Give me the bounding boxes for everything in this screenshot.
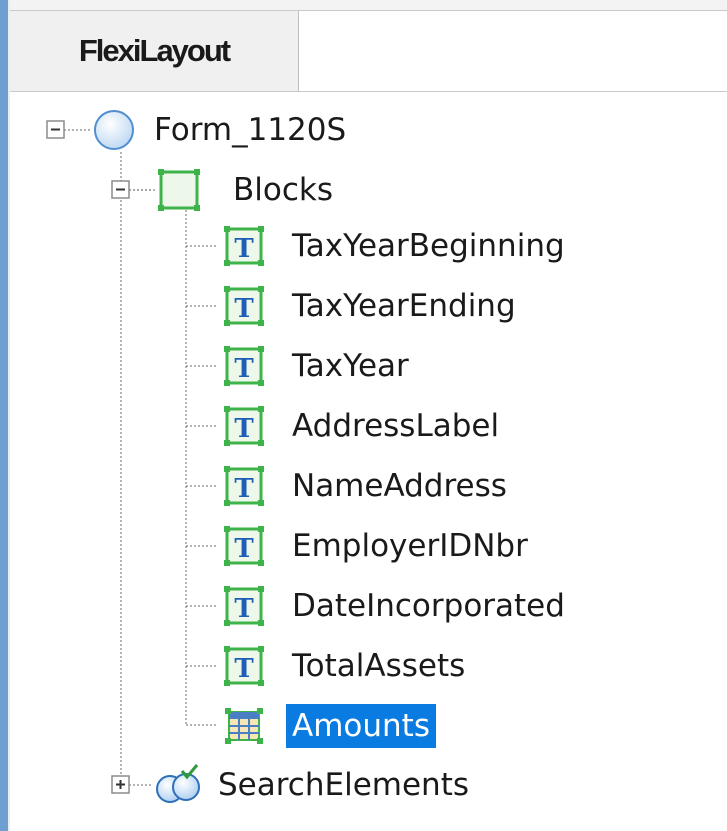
tree-node-dateincorporated[interactable]: T DateIncorporated (220, 584, 571, 628)
collapse-icon[interactable] (111, 180, 131, 200)
tree-node-totalassets[interactable]: T TotalAssets (220, 644, 471, 688)
tab-bar: FlexiLayout (10, 11, 727, 92)
top-strip (10, 0, 727, 11)
tree-view[interactable]: Form_1120S Blocks T TaxYearBeginning T T… (10, 92, 727, 831)
tree-node-label: SearchElements (218, 767, 469, 803)
tree-node-label: TotalAssets (292, 648, 466, 684)
text-block-icon: T (224, 646, 264, 686)
tree-node-label: DateIncorporated (292, 588, 565, 624)
circle-node-icon (94, 110, 134, 150)
svg-text:T: T (234, 594, 254, 624)
tree-node-blocks[interactable]: Blocks (155, 168, 339, 212)
tree-node-label: TaxYearBeginning (292, 228, 565, 264)
text-block-icon: T (224, 466, 264, 506)
text-block-icon: T (224, 286, 264, 326)
text-block-icon: T (224, 226, 264, 266)
tree-node-employeridnbr[interactable]: T EmployerIDNbr (220, 524, 534, 568)
svg-text:T: T (234, 354, 254, 384)
table-block-icon (225, 708, 263, 744)
tree-node-label: Amounts (286, 704, 436, 748)
collapse-icon[interactable] (46, 120, 66, 140)
window-left-border (0, 0, 8, 831)
svg-text:T: T (234, 414, 254, 444)
svg-text:T: T (234, 654, 254, 684)
tree-node-addresslabel[interactable]: T AddressLabel (220, 404, 505, 448)
tree-node-label: AddressLabel (292, 408, 500, 444)
expand-icon[interactable] (111, 775, 131, 795)
tree-node-taxyearending[interactable]: T TaxYearEnding (220, 284, 522, 328)
text-block-icon: T (224, 406, 264, 446)
svg-text:T: T (234, 534, 254, 564)
tree-node-label: Form_1120S (154, 112, 347, 148)
search-elements-icon (156, 764, 200, 803)
svg-text:T: T (234, 474, 254, 504)
tab-flexilayout[interactable]: FlexiLayout (10, 11, 299, 91)
tree-node-nameaddress[interactable]: T NameAddress (220, 464, 513, 508)
text-block-icon: T (224, 346, 264, 386)
tree-node-form[interactable]: Form_1120S (90, 108, 352, 152)
tree-node-label: Blocks (233, 172, 333, 208)
svg-text:T: T (234, 234, 254, 264)
tree-node-label: TaxYearEnding (292, 288, 516, 324)
tree-node-label: EmployerIDNbr (292, 528, 528, 564)
text-block-icon: T (224, 526, 264, 566)
svg-text:T: T (234, 294, 254, 324)
tree-node-amounts[interactable]: Amounts (220, 704, 436, 748)
tree-node-search-elements[interactable]: SearchElements (152, 763, 475, 807)
tree-node-label: NameAddress (292, 468, 507, 504)
tree-node-taxyear[interactable]: T TaxYear (220, 344, 415, 388)
tree-node-taxyearbeginning[interactable]: T TaxYearBeginning (220, 224, 571, 268)
tree-node-label: TaxYear (292, 348, 409, 384)
block-square-icon (158, 169, 200, 211)
text-block-icon: T (224, 586, 264, 626)
